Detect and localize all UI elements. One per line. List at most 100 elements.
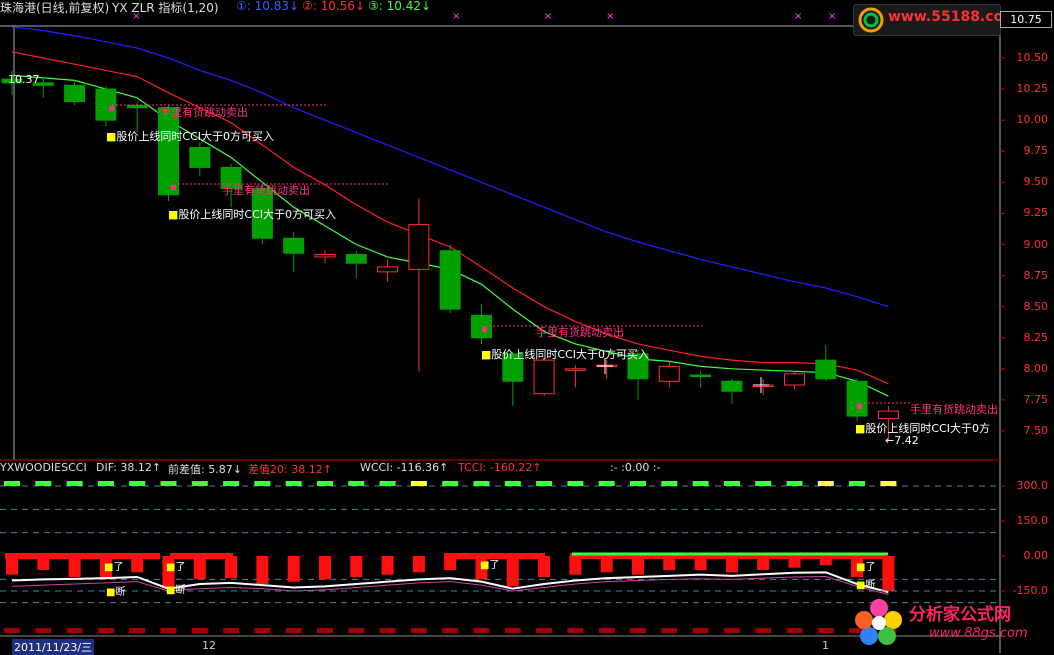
- price-axis-label: 9.00: [1023, 237, 1049, 251]
- trend-signal-bar: [160, 481, 177, 486]
- trend-signal-bar: [536, 481, 553, 486]
- candle-body: [471, 314, 492, 339]
- signal-cross-mark: ×: [828, 11, 836, 22]
- sell-signal-4: 手里有货跳动卖出: [910, 403, 998, 416]
- signal-up-3: ■了: [480, 560, 500, 571]
- trend-signal-bar: [755, 481, 772, 486]
- cci-histogram-bar: [506, 556, 519, 587]
- price-axis-label: 8.00: [1023, 361, 1049, 375]
- trend-signal-bar: [442, 481, 459, 486]
- current-price-box: 10.75: [1000, 11, 1052, 28]
- trend-signal-bar: [692, 481, 709, 486]
- high-price-label: 10.37: [8, 73, 40, 86]
- ma3-value: ③: 10.42↓: [368, 0, 432, 13]
- prev-diff-value: 前差值: 5.87↓: [168, 463, 242, 476]
- sell-signal-2: 手里有货跳动卖出: [222, 184, 310, 197]
- cci-histogram-bar: [350, 556, 363, 577]
- tcci-value: TCCI: -160.22↑: [458, 461, 542, 474]
- price-axis-label: 8.75: [1023, 268, 1049, 282]
- trend-signal-bar-bottom: [786, 628, 803, 633]
- trend-signal-bar: [348, 481, 365, 486]
- trend-signal-bar: [379, 481, 396, 486]
- sub-axis-label: 0.00: [1023, 549, 1049, 562]
- trend-signal-bar-bottom: [348, 628, 365, 633]
- buy-signal-2: ■股价上线同时CCI大于0方可买入: [168, 208, 337, 221]
- signal-down-4: ■断: [856, 580, 876, 591]
- candle-body: [533, 359, 555, 395]
- ma-short-line: [11, 74, 889, 397]
- price-axis-label: 9.50: [1023, 175, 1049, 189]
- cci-histogram-bar: [68, 556, 81, 577]
- trend-signal-bar-bottom: [317, 628, 333, 633]
- sell-signal-3: 手里有货跳动卖出: [536, 326, 624, 339]
- signal-cross-mark: ×: [452, 11, 460, 22]
- diff20-value: 差值20: 38.12↑: [248, 463, 332, 476]
- cci-histogram-bar: [319, 556, 331, 580]
- bottom-logo-title: 分析家公式网: [909, 605, 1011, 625]
- trend-signal-bar: [567, 481, 584, 486]
- price-axis-label: 10.25: [1016, 82, 1049, 96]
- trend-signal-bar-bottom: [661, 628, 678, 633]
- sub-axis-label: 150.0: [1016, 514, 1049, 527]
- price-axis-label: 7.50: [1023, 424, 1049, 437]
- trend-signal-bar-bottom: [817, 628, 834, 633]
- signal-up-4: ■了: [856, 562, 876, 573]
- price-axis-label: 9.25: [1023, 206, 1049, 220]
- price-axis-label: 7.75: [1023, 392, 1049, 406]
- sell-marker: [857, 404, 862, 409]
- cci-histogram-bar: [225, 556, 238, 579]
- trend-signal-bar-bottom: [379, 628, 396, 633]
- signal-up-2: ■了: [166, 562, 186, 573]
- cci-histogram-bar: [287, 556, 300, 582]
- trend-signal-bar-bottom: [254, 628, 271, 633]
- trend-signal-bar-bottom: [630, 628, 646, 633]
- trend-signal-bar-bottom: [66, 628, 83, 633]
- trend-signal-bar: [35, 481, 52, 486]
- trend-signal-bar: [223, 481, 240, 486]
- trend-signal-bar: [97, 481, 114, 486]
- ma1-value: ①: 10.83↓: [236, 0, 300, 13]
- month-label-1: 1: [822, 639, 829, 652]
- trend-signal-bar-bottom: [504, 628, 521, 633]
- cci-histogram-bar: [882, 556, 895, 591]
- trend-signal-bar: [317, 481, 333, 486]
- trend-signal-bar-bottom: [191, 628, 208, 633]
- stock-title: 珠海港(日线,前复权): [0, 1, 110, 15]
- indicator-name: YX ZLR 指标(1,20): [112, 1, 219, 15]
- candle-body: [314, 253, 336, 258]
- trend-signal-bar-bottom: [285, 628, 302, 633]
- bottom-logo-url: www.88gs.com: [929, 626, 1028, 641]
- candle-body: [377, 266, 399, 273]
- trend-signal-bar-bottom: [4, 628, 20, 633]
- trend-signal-bar: [661, 481, 678, 486]
- trend-signal-bar-bottom: [129, 628, 146, 633]
- cci-block: [5, 553, 160, 559]
- trend-signal-bar: [598, 481, 615, 486]
- candle-body: [408, 224, 430, 270]
- cci-histogram-bar: [256, 556, 269, 584]
- sell-marker: [171, 185, 176, 190]
- sell-signal-1: 手里有货跳动卖出: [160, 106, 248, 119]
- buy-signal-1: ■股价上线同时CCI大于0方可买入: [106, 130, 275, 143]
- sub-indicator-name: YXWOODIESCCI: [0, 461, 87, 474]
- candle-body: [283, 237, 305, 254]
- chart-canvas[interactable]: × × × × × ×: [0, 0, 1054, 653]
- trend-signal-bar: [630, 481, 646, 486]
- candle-body: [846, 380, 868, 417]
- trend-signal-bar-bottom: [35, 628, 52, 633]
- candle-body: [439, 250, 461, 310]
- logo-url-text: www.55188.com: [888, 9, 1018, 25]
- wcci-line: [11, 571, 889, 594]
- trend-signal-bar-bottom: [567, 628, 584, 633]
- trend-signal-bar: [285, 481, 302, 486]
- candle-body: [189, 147, 211, 168]
- price-axis-label: 9.75: [1023, 144, 1049, 158]
- cci-histogram-bar: [412, 556, 425, 573]
- trend-signal-bar-bottom: [692, 628, 709, 633]
- trend-signal-bar: [410, 481, 427, 486]
- site-logo-top: www.55188.com: [853, 4, 1018, 36]
- candle-body: [784, 373, 805, 386]
- price-axis-label: 8.25: [1023, 330, 1049, 344]
- candle-body: [877, 410, 899, 420]
- candle-body: [64, 84, 86, 103]
